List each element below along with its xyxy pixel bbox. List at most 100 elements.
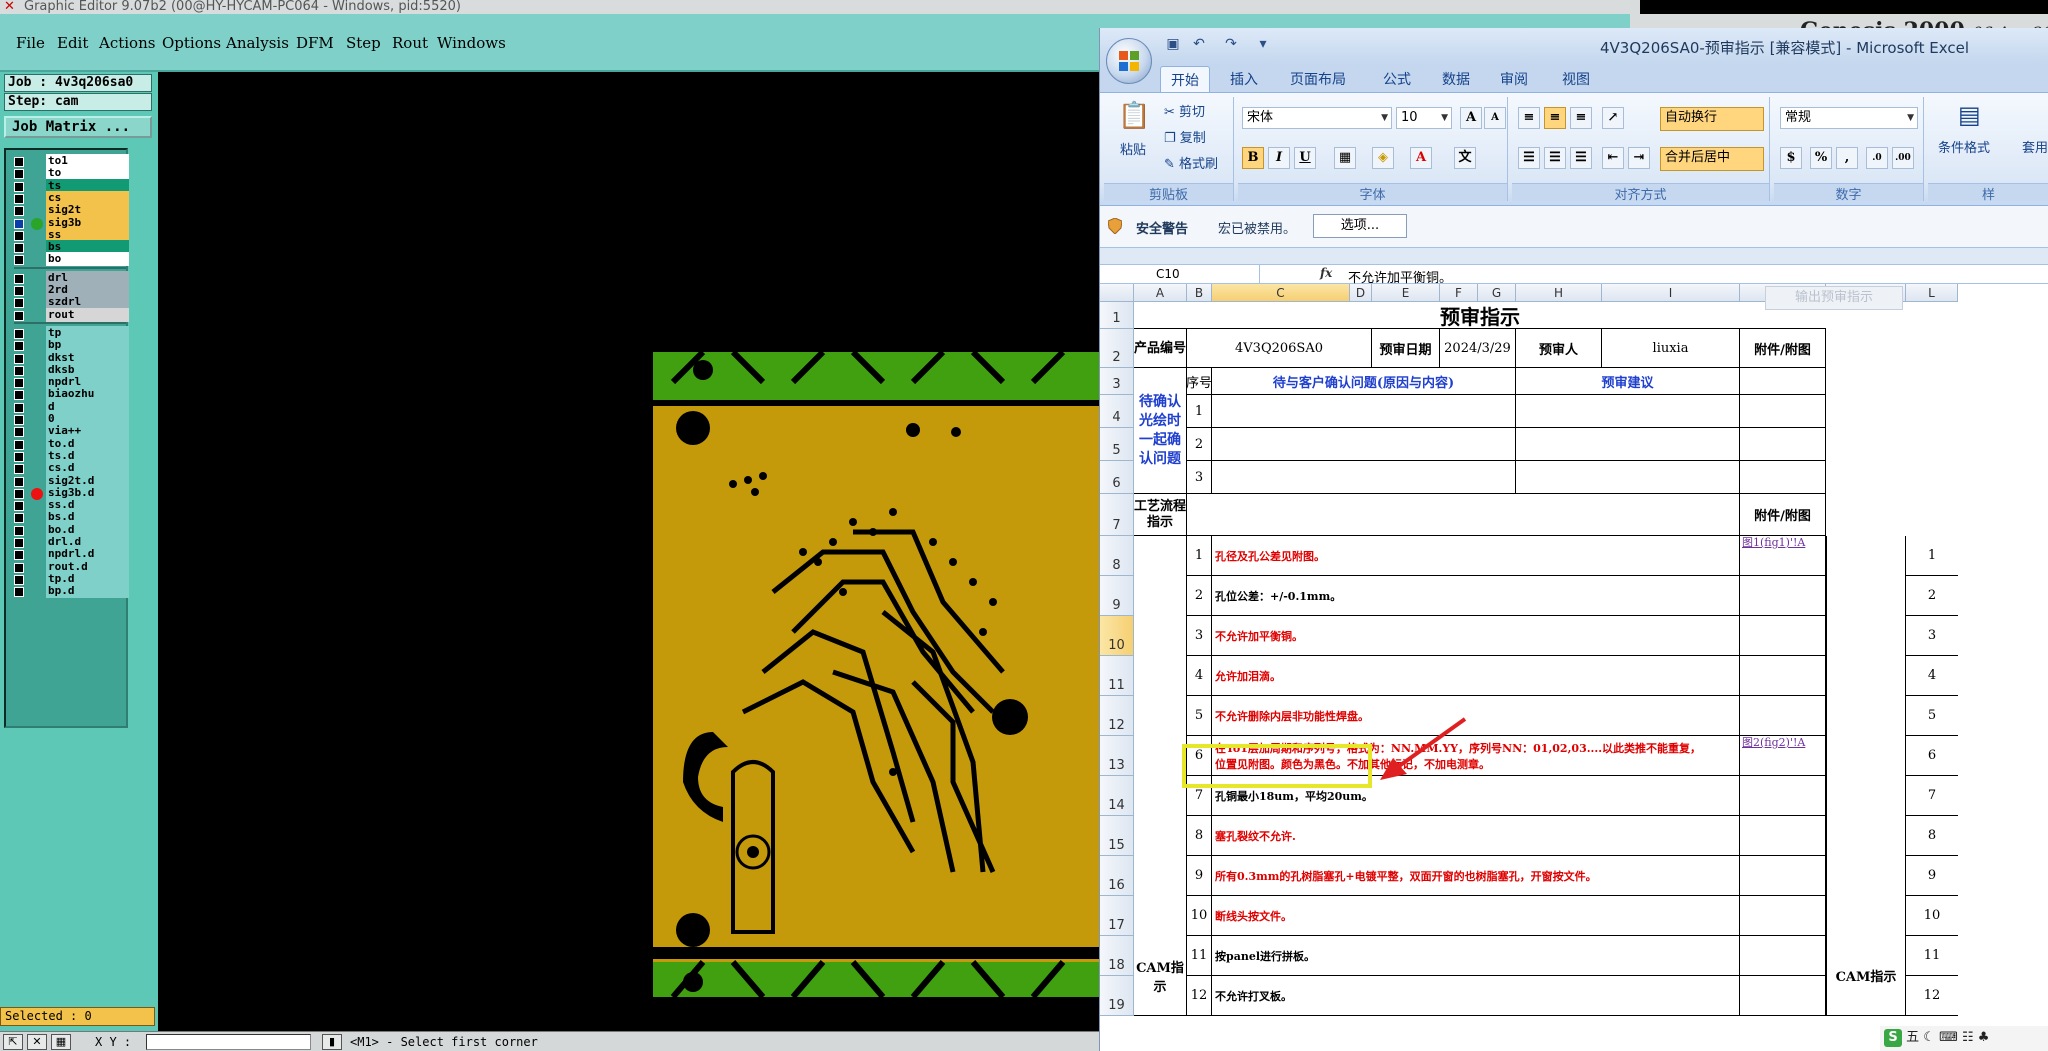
menu-analysis[interactable]: Analysis (226, 34, 289, 52)
item-text[interactable]: 不允许加平衡铜。 (1212, 616, 1740, 656)
grid-icon[interactable]: ▦ (51, 1034, 71, 1050)
job-field[interactable]: Job : 4v3q206sa0 (4, 74, 152, 92)
sheet-title[interactable]: 预审指示 (1134, 302, 1826, 329)
row-header[interactable]: 1 (1100, 302, 1134, 329)
row-header[interactable]: 5 (1100, 428, 1134, 461)
row-header[interactable]: 19 (1100, 976, 1134, 1016)
item-text[interactable]: 塞孔裂纹不允许. (1212, 816, 1740, 856)
phonetic-icon[interactable]: 文 (1454, 147, 1476, 169)
ime-mode[interactable]: 五 (1906, 1030, 1919, 1045)
column-header[interactable]: G (1478, 284, 1516, 302)
right-item-number[interactable]: 5 (1906, 696, 1958, 736)
bold-button[interactable]: B (1242, 147, 1264, 169)
layer-checkbox[interactable] (14, 310, 24, 321)
pending-attach-cell[interactable] (1740, 461, 1826, 494)
tab-insert[interactable]: 插入 (1230, 69, 1258, 89)
align-right-icon[interactable]: ☰ (1570, 147, 1592, 169)
borders-icon[interactable]: ▦ (1334, 147, 1356, 169)
item-text[interactable]: 孔径及孔公差见附图。 (1212, 536, 1740, 576)
row-header[interactable]: 7 (1100, 494, 1134, 536)
xy-input[interactable] (146, 1034, 311, 1050)
item-text[interactable]: 按panel进行拼板。 (1212, 936, 1740, 976)
pending-seq-cell[interactable]: 3 (1187, 461, 1212, 494)
row-header[interactable]: 8 (1100, 536, 1134, 576)
security-options-button[interactable]: 选项... (1313, 214, 1407, 238)
name-box[interactable]: C10 (1100, 265, 1260, 284)
layer-name[interactable]: bo (46, 252, 129, 267)
column-header[interactable]: L (1906, 284, 1958, 302)
currency-icon[interactable]: $ (1780, 147, 1802, 169)
column-header[interactable]: D (1350, 284, 1372, 302)
column-header[interactable]: I (1602, 284, 1740, 302)
row-header[interactable]: 6 (1100, 461, 1134, 494)
attachment-cell[interactable] (1740, 616, 1826, 656)
tab-view[interactable]: 视图 (1562, 69, 1590, 89)
font-name-select[interactable]: 宋体 ▼ (1242, 107, 1392, 129)
align-middle-icon[interactable]: ≡ (1544, 107, 1566, 129)
keyboard-icon[interactable]: ⌨ ☷ ♣ (1939, 1030, 1989, 1045)
right-item-number[interactable]: 3 (1906, 616, 1958, 656)
graphic-canvas[interactable] (160, 72, 1100, 1032)
advice-header[interactable]: 预审建议 (1516, 368, 1740, 395)
export-review-button[interactable]: 输出预审指示 (1765, 286, 1903, 310)
tab-page-layout[interactable]: 页面布局 (1290, 69, 1346, 89)
right-item-number[interactable]: 2 (1906, 576, 1958, 616)
fx-icon[interactable]: fx (1320, 266, 1332, 280)
underline-button[interactable]: U (1294, 147, 1316, 169)
moon-icon[interactable]: ☾ (1923, 1030, 1935, 1045)
attachment-label[interactable]: 附件/附图 (1740, 329, 1826, 368)
row-header[interactable]: 2 (1100, 329, 1134, 368)
right-item-number[interactable]: 9 (1906, 856, 1958, 896)
cross-icon[interactable]: ✕ (27, 1034, 47, 1050)
save-icon[interactable]: ▣ (1164, 35, 1182, 53)
layer-name[interactable]: bp.d (46, 584, 129, 599)
conditional-format-button[interactable]: 条件格式 (1938, 137, 1990, 156)
wrap-text-button[interactable]: 自动换行 (1660, 107, 1764, 131)
menu-rout[interactable]: Rout (392, 34, 428, 52)
font-size-select[interactable]: 10 ▼ (1396, 107, 1452, 129)
item-text[interactable]: 所有0.3mm的孔树脂塞孔+电镀平整，双面开窗的也树脂塞孔，开窗按文件。 (1212, 856, 1740, 896)
right-item-number[interactable]: 1 (1906, 536, 1958, 576)
column-header[interactable]: C (1212, 284, 1350, 302)
pending-seq-cell[interactable]: 2 (1187, 428, 1212, 461)
customize-qat-icon[interactable]: ▾ (1254, 35, 1272, 53)
attachment-cell[interactable] (1740, 856, 1826, 896)
grow-font-button[interactable]: A (1460, 107, 1482, 129)
pending-advice-cell[interactable] (1516, 428, 1740, 461)
select-all-corner[interactable] (1100, 284, 1134, 302)
job-matrix-button[interactable]: Job Matrix ... (4, 116, 152, 138)
attachment-cell[interactable] (1740, 696, 1826, 736)
process-label[interactable]: 工艺流程指示 (1134, 494, 1187, 536)
item-number[interactable]: 3 (1187, 616, 1212, 656)
step-field[interactable]: Step: cam (4, 93, 152, 111)
redo-icon[interactable]: ↷ (1222, 35, 1240, 53)
attachment-cell[interactable] (1740, 656, 1826, 696)
row-header[interactable]: 9 (1100, 576, 1134, 616)
process-cell[interactable] (1187, 494, 1740, 536)
tab-home[interactable]: 开始 (1160, 66, 1210, 93)
copy-button[interactable]: ❐ 复制 (1164, 127, 1206, 146)
column-header[interactable]: E (1372, 284, 1440, 302)
attachment-cell[interactable] (1740, 936, 1826, 976)
confirm-header[interactable]: 待与客户确认问题(原因与内容) (1212, 368, 1516, 395)
paste-icon[interactable]: 📋 (1118, 101, 1150, 131)
tab-data[interactable]: 数据 (1442, 69, 1470, 89)
menu-edit[interactable]: Edit (57, 34, 88, 52)
attachment-cell[interactable] (1740, 816, 1826, 856)
item-number[interactable]: 4 (1187, 656, 1212, 696)
right-item-number[interactable]: 7 (1906, 776, 1958, 816)
attachment-label[interactable]: 附件/附图 (1740, 494, 1826, 536)
menu-options[interactable]: Options (162, 34, 221, 52)
percent-icon[interactable]: % (1810, 147, 1832, 169)
item-number[interactable]: 11 (1187, 936, 1212, 976)
product-number[interactable]: 4V3Q206SA0 (1187, 329, 1372, 368)
layer-checkbox[interactable] (14, 587, 24, 598)
increase-indent-icon[interactable]: ⇥ (1628, 147, 1650, 169)
menu-dfm[interactable]: DFM (296, 34, 334, 52)
item-text[interactable]: 断线头按文件。 (1212, 896, 1740, 936)
undo-icon[interactable]: ↶ (1190, 35, 1208, 53)
row-header[interactable]: 10 (1100, 616, 1134, 656)
pending-issue-cell[interactable] (1212, 395, 1516, 428)
menu-file[interactable]: File (16, 34, 45, 52)
pending-issue-cell[interactable] (1212, 461, 1516, 494)
